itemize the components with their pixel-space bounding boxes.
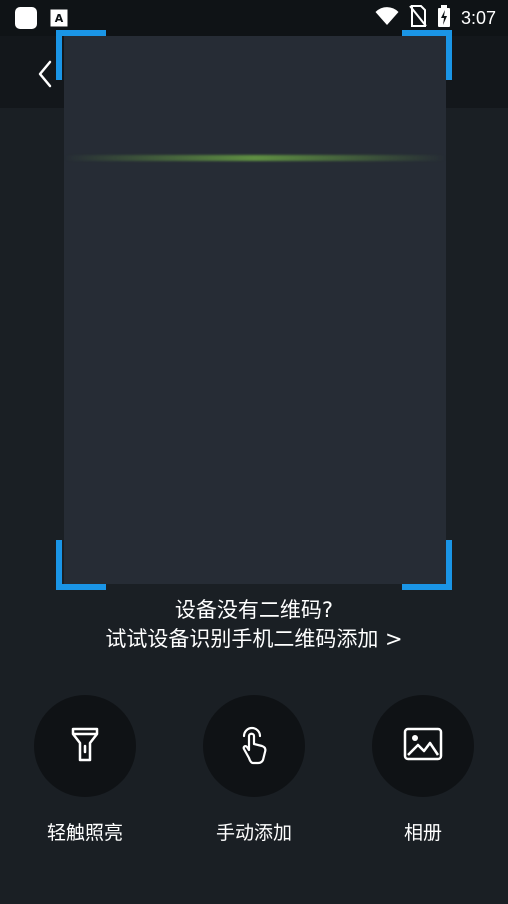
chevron-left-icon bbox=[28, 60, 64, 98]
tap-hand-icon bbox=[234, 722, 274, 770]
text-a-icon: A bbox=[50, 9, 68, 31]
album-label: 相册 bbox=[403, 822, 442, 844]
app-square-icon bbox=[14, 6, 38, 34]
device-qr-link[interactable]: 试试设备识别手机二维码添加 > bbox=[0, 625, 508, 653]
album-button[interactable] bbox=[372, 695, 474, 797]
manual-add-label: 手动添加 bbox=[215, 822, 292, 844]
svg-text:A: A bbox=[55, 12, 64, 25]
no-qr-hint: 设备没有二维码? bbox=[174, 598, 334, 622]
scan-line bbox=[64, 155, 446, 161]
flashlight-icon bbox=[67, 724, 103, 768]
scan-frame bbox=[64, 36, 446, 584]
image-icon bbox=[403, 727, 443, 765]
flashlight-label: 轻触照亮 bbox=[46, 822, 123, 844]
battery-charging-icon bbox=[437, 5, 451, 31]
manual-add-button[interactable] bbox=[203, 695, 305, 797]
scan-corner-top-right bbox=[402, 30, 452, 80]
scan-corner-bottom-right bbox=[402, 540, 452, 590]
flashlight-button[interactable] bbox=[34, 695, 136, 797]
wifi-icon bbox=[375, 6, 399, 30]
scan-corner-top-left bbox=[56, 30, 106, 80]
clock-time: 3:07 bbox=[460, 8, 496, 28]
no-sim-icon bbox=[409, 5, 427, 31]
scan-corner-bottom-left bbox=[56, 540, 106, 590]
